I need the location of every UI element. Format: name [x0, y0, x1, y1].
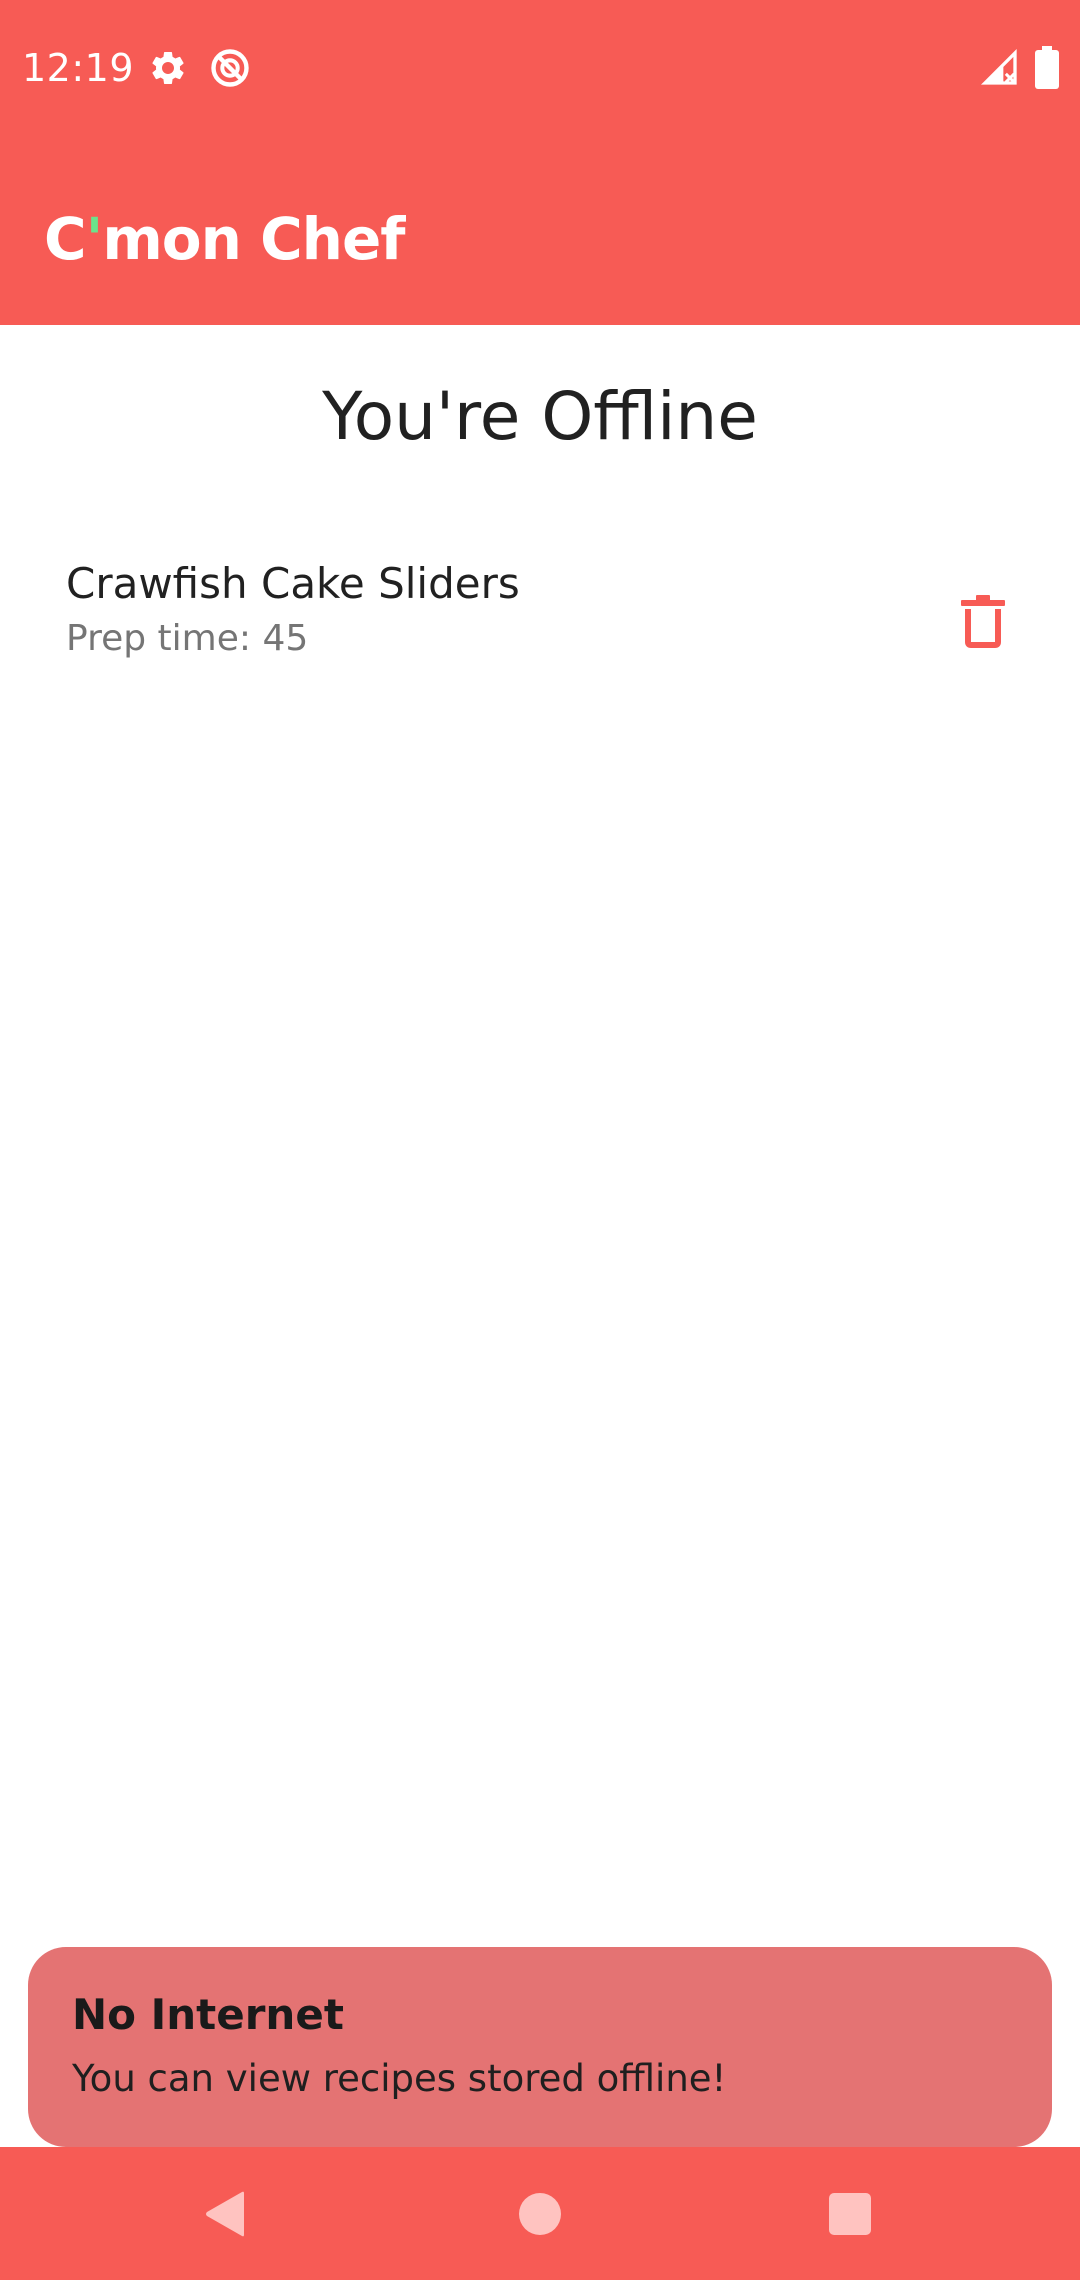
snackbar-title: No Internet: [72, 1990, 344, 2039]
prep-time-value: 45: [262, 618, 309, 659]
page-title: You're Offline: [322, 378, 758, 455]
battery-icon: [1035, 46, 1059, 89]
back-icon: [206, 2191, 244, 2236]
status-bar: 12:19: [0, 0, 1080, 134]
signal-no-connection-icon: [980, 48, 1017, 85]
delete-button[interactable]: [942, 580, 1024, 662]
list-item[interactable]: Crawfish Cake Sliders Prep time: 45: [0, 540, 1080, 690]
prep-time-label: Prep time:: [66, 618, 263, 659]
recents-button[interactable]: [770, 2147, 930, 2280]
recipe-prep-time: Prep time: 45: [66, 616, 308, 662]
app-bar: C'mon Chef: [0, 134, 1080, 325]
recents-icon: [829, 2192, 871, 2235]
recipe-name: Crawfish Cake Sliders: [66, 559, 520, 608]
do-not-disturb-icon: [211, 49, 249, 87]
app-title-apostrophe: ': [85, 205, 104, 273]
snackbar-message: You can view recipes stored offline!: [72, 2057, 727, 2100]
home-icon: [519, 2192, 561, 2235]
status-time: 12:19: [22, 46, 135, 90]
trash-icon: [961, 595, 1005, 648]
app-title-end: mon Chef: [102, 205, 405, 273]
home-button[interactable]: [460, 2147, 620, 2280]
snackbar: No Internet You can view recipes stored …: [28, 1947, 1052, 2147]
gear-icon: [152, 51, 184, 84]
back-button[interactable]: [146, 2147, 306, 2280]
app-title-start: C: [44, 205, 87, 273]
app-title: C'mon Chef: [44, 204, 406, 274]
navigation-bar: [0, 2147, 1080, 2280]
